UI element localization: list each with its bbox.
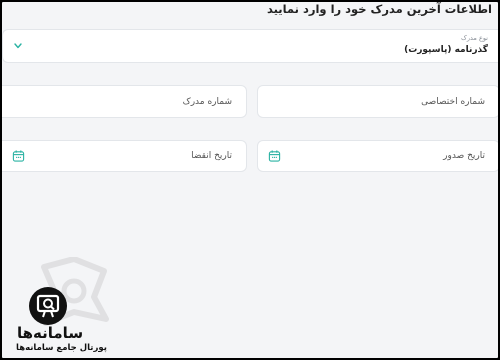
- document-type-label: نوع مدرک: [461, 34, 488, 42]
- logo-search-icon: [29, 287, 67, 325]
- personal-number-placeholder: شماره اختصاصی: [421, 96, 485, 107]
- issue-date-placeholder: تاریخ صدور: [443, 151, 485, 161]
- personal-number-field[interactable]: شماره اختصاصی: [257, 85, 498, 118]
- document-type-select[interactable]: نوع مدرک گذرنامه (پاسپورت): [2, 29, 498, 63]
- issue-date-field[interactable]: تاریخ صدور: [257, 140, 498, 172]
- page-title: اطلاعات آخرین مدرک خود را وارد نمایید: [266, 2, 492, 16]
- calendar-icon[interactable]: [268, 150, 281, 163]
- logo-name: سامانه‌ها: [17, 324, 84, 342]
- logo-tagline: پورتال جامع سامانه‌ها: [16, 343, 107, 353]
- watermark-logo: سامانه‌ها پورتال جامع سامانه‌ها: [14, 257, 109, 357]
- form-page: اطلاعات آخرین مدرک خود را وارد نمایید نو…: [2, 2, 498, 358]
- document-type-value: گذرنامه (پاسپورت): [404, 45, 488, 55]
- document-number-field[interactable]: شماره مدرک: [2, 85, 247, 118]
- expiry-date-placeholder: تاریخ انقضا: [191, 151, 232, 161]
- chevron-down-icon[interactable]: [13, 42, 23, 50]
- calendar-icon[interactable]: [12, 150, 25, 163]
- document-number-placeholder: شماره مدرک: [182, 96, 232, 107]
- expiry-date-field[interactable]: تاریخ انقضا: [2, 140, 247, 172]
